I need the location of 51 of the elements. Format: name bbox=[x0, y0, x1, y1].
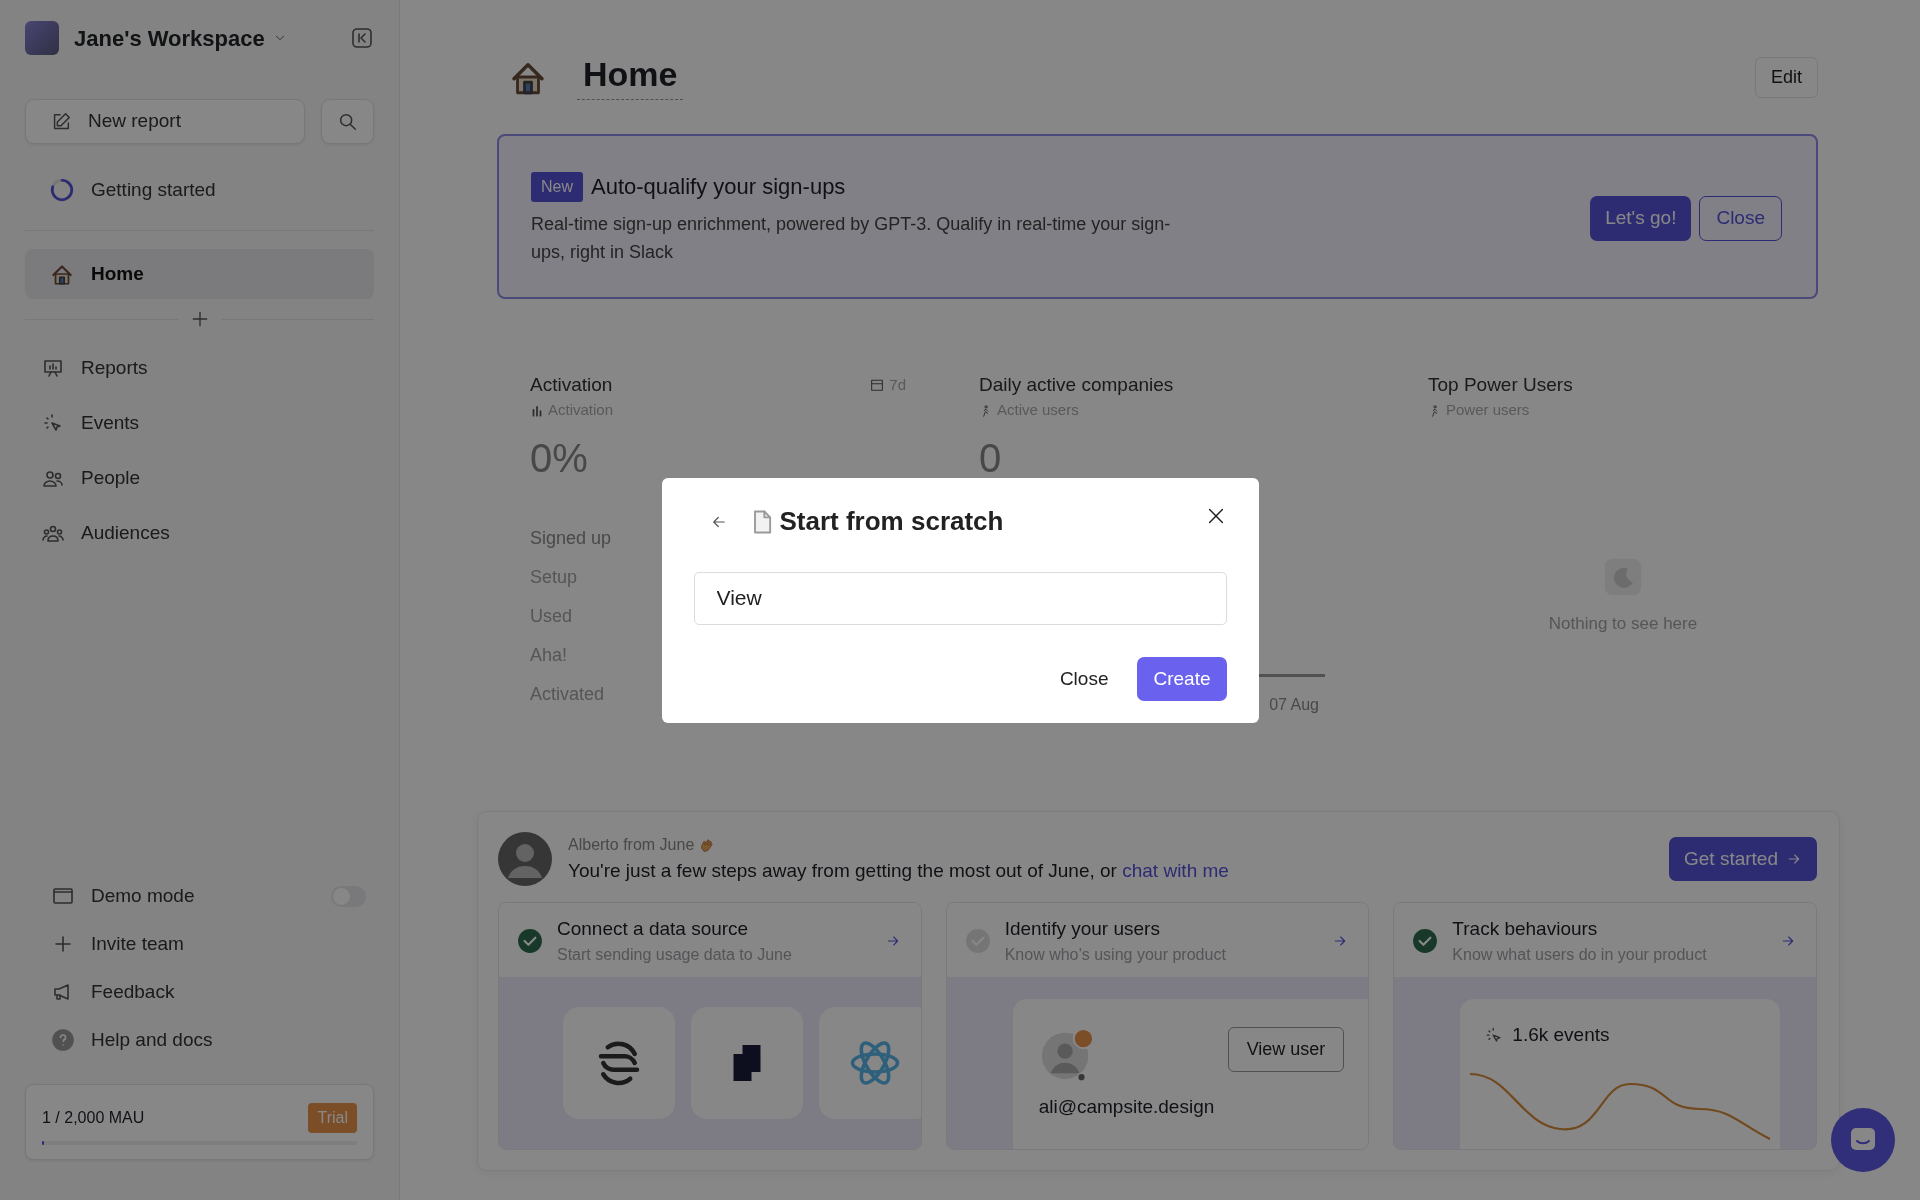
calendar-icon bbox=[869, 377, 886, 394]
author-name: Alberto from June bbox=[568, 834, 695, 855]
step-title: Identify your users bbox=[1004, 916, 1161, 941]
events-count: 1.6k events bbox=[1512, 1023, 1610, 1048]
usage-text: 1 / 2,000 MAU bbox=[42, 1108, 145, 1128]
sidebar-item[interactable]: Demo mode bbox=[25, 872, 374, 920]
create-button[interactable]: Create bbox=[1137, 656, 1227, 701]
view-user-button[interactable]: View user bbox=[1227, 1027, 1345, 1073]
moon-icon bbox=[1603, 556, 1643, 597]
user-email: ali@campsite.design bbox=[1038, 1095, 1216, 1120]
sidebar-item[interactable]: Home bbox=[25, 249, 374, 299]
avatar-silhouette-icon bbox=[498, 831, 552, 886]
getting-started-link[interactable]: Getting started bbox=[25, 168, 374, 212]
lets-go-button[interactable]: Let's go! bbox=[1590, 196, 1692, 241]
dialog-title: Start from scratch bbox=[779, 505, 1004, 538]
banner-text: Real-time sign-up enrichment, powered by GPT-3. Qualify in real-time your sign-ups, right in Slack bbox=[531, 213, 1171, 264]
trial-badge: Trial bbox=[308, 1103, 357, 1133]
workspace-avatar bbox=[25, 21, 59, 55]
chat-link[interactable]: chat with me bbox=[1122, 859, 1229, 881]
new-badge: New bbox=[531, 171, 583, 202]
sidebar-item[interactable]: Events bbox=[25, 396, 374, 451]
workspace-switcher[interactable]: Jane's Workspace bbox=[73, 20, 288, 56]
sidebar-item[interactable]: Audiences bbox=[25, 506, 374, 561]
metric-value: 0% bbox=[530, 434, 589, 482]
bar-chart-icon bbox=[530, 403, 544, 418]
metric-title: Top Power Users bbox=[1428, 372, 1573, 397]
sidebar-item[interactable]: Feedback bbox=[25, 968, 374, 1016]
search-button[interactable] bbox=[321, 99, 374, 144]
new-report-button[interactable]: New report bbox=[25, 99, 305, 144]
get-started-button[interactable]: Get started bbox=[1669, 836, 1817, 882]
axis-label: 07 Aug bbox=[1269, 694, 1319, 715]
progress-ring-icon bbox=[49, 177, 75, 203]
close-button[interactable]: Close bbox=[1699, 196, 1782, 241]
sidebar-item[interactable]: People bbox=[25, 451, 374, 506]
collapse-sidebar-icon[interactable] bbox=[350, 26, 374, 50]
sidebar-item[interactable]: Reports bbox=[25, 341, 374, 396]
banner-title: Auto-qualify your sign-ups bbox=[591, 173, 846, 201]
sidebar-item[interactable]: Invite team bbox=[25, 920, 374, 968]
funnel-step-label: Signed up bbox=[530, 527, 612, 548]
help-icon bbox=[51, 1028, 75, 1052]
onboarding-message: You're just a few steps away from getting the most out of June, or chat with me bbox=[568, 858, 1229, 883]
metric-title: Daily active companies bbox=[979, 372, 1174, 397]
step-title: Track behaviours bbox=[1452, 916, 1599, 941]
sidebar-item[interactable]: Help and docs bbox=[25, 1016, 374, 1064]
close-button[interactable]: Close bbox=[1046, 657, 1122, 700]
metric-title: Activation bbox=[530, 372, 613, 397]
name-input[interactable]: View bbox=[693, 571, 1227, 625]
metric-value: 0 bbox=[979, 434, 1003, 482]
page-title: Home bbox=[577, 54, 684, 100]
edit-button[interactable]: Edit bbox=[1754, 56, 1818, 98]
step-title: Connect a data source bbox=[557, 916, 750, 941]
